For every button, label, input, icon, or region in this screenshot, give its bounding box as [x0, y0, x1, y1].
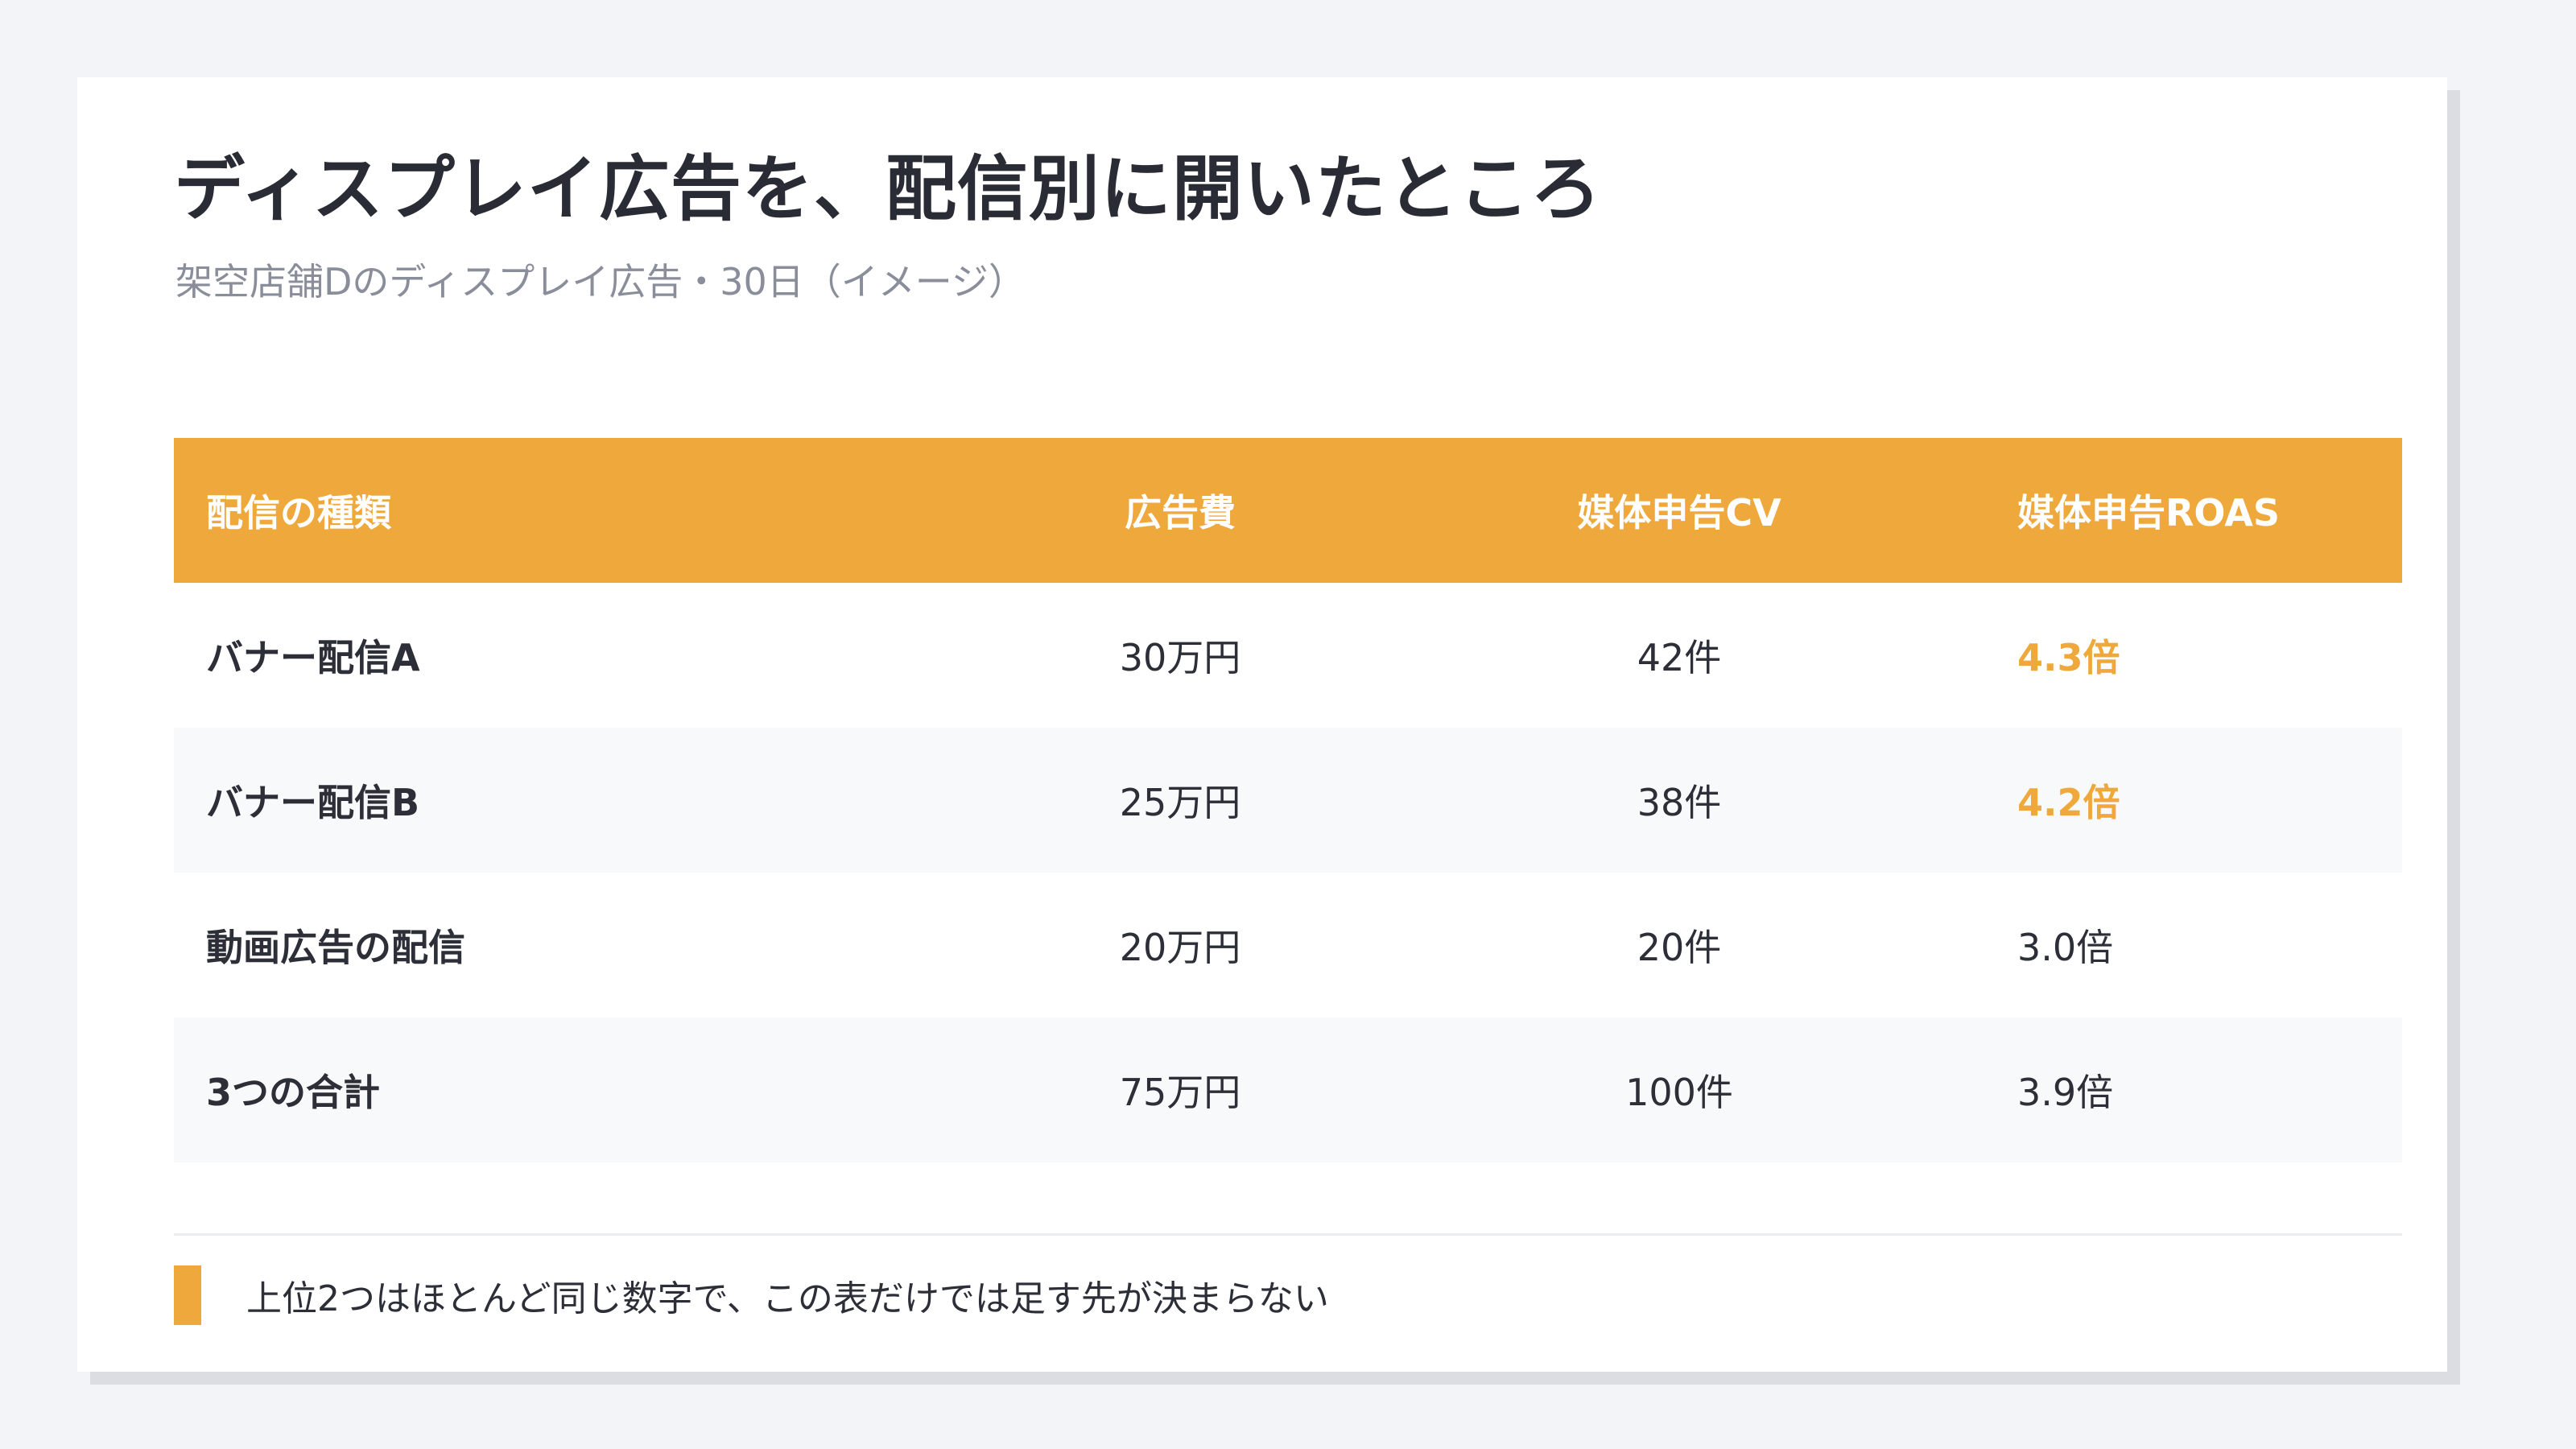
cv-cell: 42件	[1637, 636, 1722, 679]
roas-cell: 3.9倍	[2017, 1071, 2114, 1114]
roas-cell: 4.2倍	[2017, 781, 2120, 824]
row-label: 3つの合計	[206, 1071, 381, 1114]
footnote: 上位2つはほとんど同じ数字で、この表だけでは足す先が決まらない	[246, 1278, 1329, 1319]
table-row-total: 3つの合計 75万円 100件 3.9倍	[174, 1018, 2402, 1162]
cost-cell: 30万円	[1119, 636, 1241, 679]
content-card: ディスプレイ広告を、配信別に開いたところ 架空店舗Dのディスプレイ広告・30日（…	[77, 77, 2447, 1372]
table-row: バナー配信A 30万円 42件 4.3倍	[174, 583, 2402, 728]
header-media-cv: 媒体申告CV	[1577, 491, 1781, 535]
note-accent-bar	[174, 1265, 201, 1325]
row-label: バナー配信A	[206, 636, 420, 679]
cost-cell: 20万円	[1119, 926, 1241, 969]
roas-cell: 4.3倍	[2017, 636, 2120, 679]
row-label: バナー配信B	[206, 781, 420, 824]
cv-cell: 20件	[1637, 926, 1722, 969]
data-table: 配信の種類 広告費 媒体申告CV 媒体申告ROAS バナー配信A 30万円 42…	[174, 438, 2402, 1162]
cv-cell: 38件	[1637, 781, 1722, 824]
header-delivery-type: 配信の種類	[206, 491, 391, 535]
header-ad-cost: 広告費	[1125, 491, 1236, 535]
cv-cell: 100件	[1625, 1071, 1733, 1114]
header-media-roas: 媒体申告ROAS	[2017, 491, 2281, 535]
cost-cell: 75万円	[1119, 1071, 1241, 1114]
cost-cell: 25万円	[1119, 781, 1241, 824]
table-row: バナー配信B 25万円 38件 4.2倍	[174, 728, 2402, 873]
roas-cell: 3.0倍	[2017, 926, 2114, 969]
divider	[174, 1233, 2402, 1236]
page-subtitle: 架空店舗Dのディスプレイ広告・30日（イメージ）	[175, 260, 1026, 303]
table-row: 動画広告の配信 20万円 20件 3.0倍	[174, 873, 2402, 1018]
page-title: ディスプレイ広告を、配信別に開いたところ	[174, 147, 1602, 230]
table-header-row: 配信の種類 広告費 媒体申告CV 媒体申告ROAS	[174, 438, 2402, 583]
row-label: 動画広告の配信	[206, 926, 465, 969]
